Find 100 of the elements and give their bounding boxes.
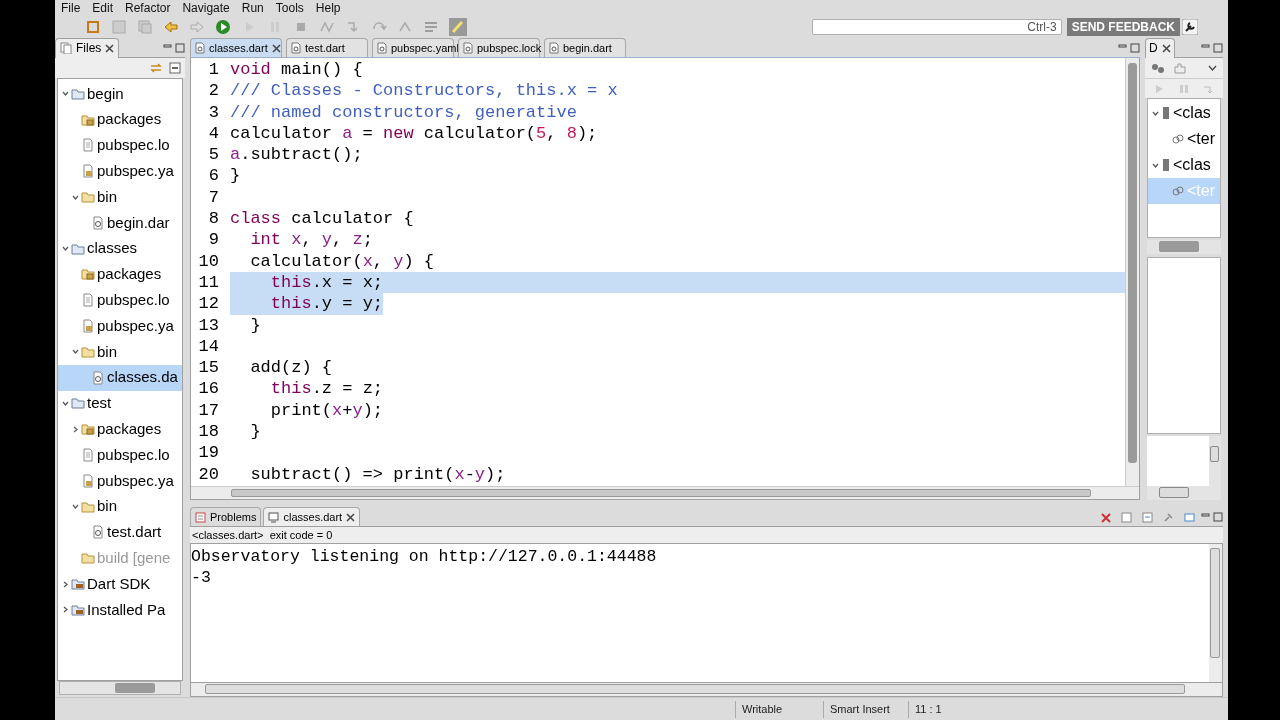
link-editor-icon[interactable] xyxy=(149,62,163,74)
preview-pane xyxy=(1147,436,1209,486)
tree-item[interactable]: pubspec.lo xyxy=(58,287,182,314)
line-number: 3 xyxy=(207,101,219,123)
tree-item[interactable]: packages xyxy=(58,261,182,288)
wrench-icon[interactable] xyxy=(1182,19,1198,35)
resume-icon[interactable] xyxy=(1153,83,1165,94)
list-icon[interactable] xyxy=(423,19,439,35)
tree-item[interactable]: bin xyxy=(58,338,182,365)
menu-item[interactable]: Edit xyxy=(92,0,114,17)
outline-item[interactable]: <clas xyxy=(1148,100,1220,126)
tree-item[interactable]: packages xyxy=(58,106,182,133)
outline-item[interactable]: <clas xyxy=(1148,152,1220,178)
scroll-lock-icon[interactable] xyxy=(1142,512,1153,523)
terminate-icon[interactable] xyxy=(1101,512,1111,523)
editor-tab[interactable]: classes.dart xyxy=(190,38,282,57)
save-all-icon[interactable] xyxy=(137,19,153,35)
code-line: subtract() => print(x-y); xyxy=(249,463,506,485)
horizontal-scrollbar[interactable] xyxy=(191,486,1139,499)
code-line: void main() { xyxy=(230,59,363,81)
pin-icon[interactable] xyxy=(1163,512,1174,523)
line-number: 18 xyxy=(197,421,219,443)
quick-access-field[interactable]: Ctrl-3 xyxy=(811,19,1062,35)
vertical-scrollbar[interactable] xyxy=(1209,436,1221,486)
editor-tab[interactable]: pubspec.lock xyxy=(458,38,540,57)
close-icon[interactable] xyxy=(105,43,115,53)
step-icon[interactable] xyxy=(1203,83,1215,94)
menu-item[interactable]: File xyxy=(61,0,81,17)
library-icon xyxy=(71,577,85,592)
disconnect-icon[interactable] xyxy=(319,19,335,35)
console-tab[interactable]: classes.dart xyxy=(263,507,361,526)
project-folder-icon xyxy=(71,241,85,256)
close-icon[interactable] xyxy=(271,43,281,53)
tree-item[interactable]: pubspec.lo xyxy=(58,132,182,159)
menu-item[interactable]: Tools xyxy=(275,0,304,17)
minimize-maximize-icon[interactable] xyxy=(163,42,185,53)
hand-icon[interactable] xyxy=(1173,62,1187,74)
outline-tab[interactable]: D xyxy=(1145,37,1175,58)
menu-item[interactable]: Run xyxy=(241,0,264,17)
code-line: /// named constructors, generative xyxy=(230,101,577,123)
tree-item[interactable]: test xyxy=(58,390,182,417)
clear-console-icon[interactable] xyxy=(1121,512,1132,523)
tree-item[interactable]: pubspec.ya xyxy=(58,313,182,339)
console-tab[interactable]: Problems xyxy=(190,507,262,526)
step-into-icon[interactable] xyxy=(345,19,361,35)
menu-item[interactable]: Navigate xyxy=(182,0,230,17)
tree-item[interactable]: begin xyxy=(58,81,182,107)
minimize-maximize-icon[interactable] xyxy=(1118,43,1140,53)
tree-item[interactable]: Dart SDK xyxy=(58,571,182,597)
editor-tab[interactable]: begin.dart xyxy=(544,38,626,57)
tree-item[interactable]: bin xyxy=(58,184,182,210)
tree-item[interactable]: pubspec.ya xyxy=(58,467,182,494)
run-icon[interactable] xyxy=(215,19,231,35)
code-file-icon xyxy=(195,42,205,54)
tree-item[interactable]: begin.dar xyxy=(58,210,182,236)
tree-item[interactable]: packages xyxy=(58,416,182,443)
tree-item[interactable]: test.dart xyxy=(58,519,182,546)
menu-item[interactable]: Refactor xyxy=(125,0,171,17)
code-line: } xyxy=(249,314,261,336)
menu-item[interactable]: Help xyxy=(315,0,341,17)
folder-icon xyxy=(81,190,95,205)
horizontal-scrollbar[interactable] xyxy=(59,681,181,695)
tree-item[interactable]: bin xyxy=(58,493,182,520)
line-number: 11 xyxy=(197,271,219,294)
brush-icon[interactable] xyxy=(449,18,467,36)
forward-icon[interactable] xyxy=(189,19,205,35)
code-line: calculator(x, y) { xyxy=(249,250,435,272)
chevron-down-icon[interactable] xyxy=(1208,65,1217,71)
horizontal-scrollbar[interactable] xyxy=(1147,240,1221,254)
vertical-scrollbar[interactable] xyxy=(1209,544,1222,682)
tree-item[interactable]: pubspec.lo xyxy=(58,442,182,468)
close-icon[interactable] xyxy=(1161,43,1171,53)
line-number: 15 xyxy=(197,357,219,379)
close-icon[interactable] xyxy=(346,512,356,522)
minimize-maximize-icon[interactable] xyxy=(1201,42,1223,53)
collapse-all-icon[interactable] xyxy=(169,62,181,74)
outline-item[interactable]: <ter xyxy=(1148,126,1220,152)
minimize-maximize-icon[interactable] xyxy=(1201,512,1223,522)
horizontal-scrollbar[interactable] xyxy=(190,683,1223,697)
send-feedback-button[interactable]: SEND FEEDBACK xyxy=(1066,18,1180,36)
save-icon[interactable] xyxy=(111,19,127,35)
files-tab[interactable]: Files xyxy=(55,37,120,58)
tree-item[interactable]: classes xyxy=(58,235,182,262)
tree-item[interactable]: pubspec.ya xyxy=(58,158,182,185)
back-icon[interactable] xyxy=(163,19,179,35)
horizontal-scrollbar[interactable] xyxy=(1147,486,1221,500)
circles-icon[interactable] xyxy=(1151,63,1165,73)
tree-item[interactable]: Installed Pa xyxy=(58,596,182,623)
code-file-icon xyxy=(91,215,105,230)
line-number: 7 xyxy=(207,186,219,209)
line-number: 8 xyxy=(207,208,219,230)
line-number: 4 xyxy=(207,122,219,145)
line-number: 13 xyxy=(197,314,219,336)
new-icon[interactable] xyxy=(85,19,101,35)
pause-icon[interactable] xyxy=(1179,83,1189,94)
console-icon xyxy=(268,511,280,523)
vertical-scrollbar[interactable] xyxy=(1125,58,1139,486)
editor-tab[interactable]: test.dart xyxy=(286,38,368,57)
display-console-icon[interactable] xyxy=(1184,512,1195,523)
tree-item[interactable]: classes.da xyxy=(58,364,182,391)
